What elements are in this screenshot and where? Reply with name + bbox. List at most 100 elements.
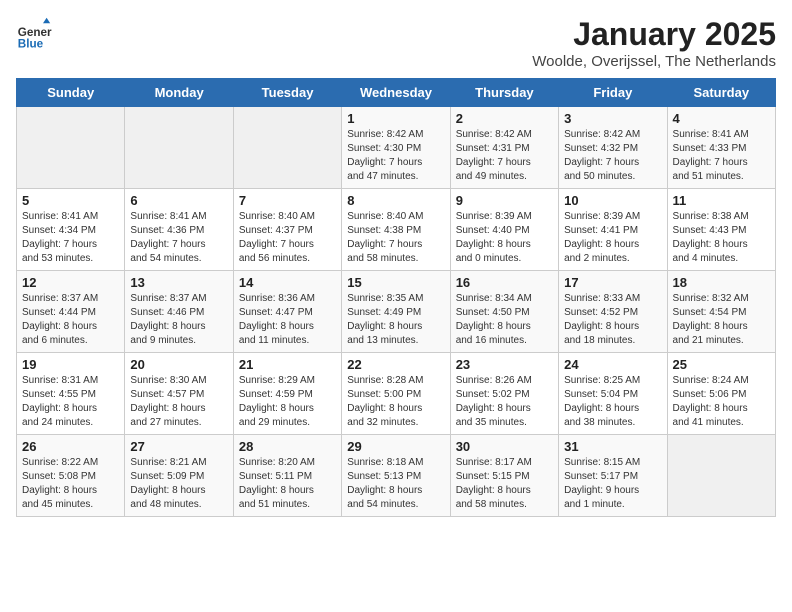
day-info: Sunrise: 8:36 AM Sunset: 4:47 PM Dayligh… <box>239 292 336 348</box>
day-info: Sunrise: 8:15 AM Sunset: 5:17 PM Dayligh… <box>564 456 661 512</box>
calendar-cell: 13Sunrise: 8:37 AM Sunset: 4:46 PM Dayli… <box>125 271 233 353</box>
calendar-cell: 30 Sunrise: 8:17 AM Sunset: 5:15 PM Dayli… <box>450 435 558 517</box>
day-number: 9 <box>456 193 553 208</box>
day-number: 31 <box>564 439 661 454</box>
day-info: Sunrise: 8:21 AM Sunset: 5:09 PM Dayligh… <box>130 456 227 512</box>
calendar-cell <box>233 107 341 189</box>
calendar-cell: 11 Sunrise: 8:38 AM Sunset: 4:43 PM Dayli… <box>667 189 775 271</box>
day-number: 17 <box>564 275 661 290</box>
weekday-header-sunday: Sunday <box>17 79 125 107</box>
day-number: 19 <box>22 357 119 372</box>
calendar-cell: 26Sunrise: 8:22 AM Sunset: 5:08 PM Dayli… <box>17 435 125 517</box>
calendar-cell: 6Sunrise: 8:41 AM Sunset: 4:36 PM Daylig… <box>125 189 233 271</box>
day-info: Sunrise: 8:42 AM Sunset: 4:30 PM Dayligh… <box>347 128 444 184</box>
calendar-cell: 8Sunrise: 8:40 AM Sunset: 4:38 PM Daylig… <box>342 189 450 271</box>
day-info: Sunrise: 8:26 AM Sunset: 5:02 PM Dayligh… <box>456 374 553 430</box>
day-number: 29 <box>347 439 444 454</box>
day-number: 10 <box>564 193 661 208</box>
day-number: 30 <box>456 439 553 454</box>
day-number: 4 <box>673 111 770 126</box>
day-info: Sunrise: 8:29 AM Sunset: 4:59 PM Dayligh… <box>239 374 336 430</box>
day-number: 14 <box>239 275 336 290</box>
day-info: Sunrise: 8:37 AM Sunset: 4:44 PM Dayligh… <box>22 292 119 348</box>
day-number: 28 <box>239 439 336 454</box>
day-number: 11 <box>673 193 770 208</box>
day-number: 8 <box>347 193 444 208</box>
calendar-cell: 2Sunrise: 8:42 AM Sunset: 4:31 PM Daylig… <box>450 107 558 189</box>
day-number: 7 <box>239 193 336 208</box>
day-info: Sunrise: 8:39 AM Sunset: 4:40 PM Dayligh… <box>456 210 553 266</box>
day-info: Sunrise: 8:30 AM Sunset: 4:57 PM Dayligh… <box>130 374 227 430</box>
calendar-cell: 3 Sunrise: 8:42 AM Sunset: 4:32 PM Daylig… <box>559 107 667 189</box>
calendar-week-row: 26Sunrise: 8:22 AM Sunset: 5:08 PM Dayli… <box>17 435 776 517</box>
weekday-header-wednesday: Wednesday <box>342 79 450 107</box>
calendar-cell: 19 Sunrise: 8:31 AM Sunset: 4:55 PM Dayli… <box>17 353 125 435</box>
page-header: General Blue January 2025 Woolde, Overij… <box>16 16 776 70</box>
calendar-cell: 4 Sunrise: 8:41 AM Sunset: 4:33 PM Daylig… <box>667 107 775 189</box>
calendar-cell <box>125 107 233 189</box>
calendar-cell: 20 Sunrise: 8:30 AM Sunset: 4:57 PM Dayli… <box>125 353 233 435</box>
calendar-cell: 28 Sunrise: 8:20 AM Sunset: 5:11 PM Dayli… <box>233 435 341 517</box>
day-number: 13 <box>130 275 227 290</box>
calendar-cell: 18 Sunrise: 8:32 AM Sunset: 4:54 PM Dayli… <box>667 271 775 353</box>
day-info: Sunrise: 8:39 AM Sunset: 4:41 PM Dayligh… <box>564 210 661 266</box>
day-info: Sunrise: 8:42 AM Sunset: 4:32 PM Dayligh… <box>564 128 661 184</box>
day-number: 2 <box>456 111 553 126</box>
day-info: Sunrise: 8:31 AM Sunset: 4:55 PM Dayligh… <box>22 374 119 430</box>
calendar-cell: 23Sunrise: 8:26 AM Sunset: 5:02 PM Dayli… <box>450 353 558 435</box>
weekday-header-monday: Monday <box>125 79 233 107</box>
calendar-cell: 14 Sunrise: 8:36 AM Sunset: 4:47 PM Dayli… <box>233 271 341 353</box>
day-number: 5 <box>22 193 119 208</box>
calendar-cell: 16Sunrise: 8:34 AM Sunset: 4:50 PM Dayli… <box>450 271 558 353</box>
calendar-cell: 21 Sunrise: 8:29 AM Sunset: 4:59 PM Dayli… <box>233 353 341 435</box>
calendar-cell: 12 Sunrise: 8:37 AM Sunset: 4:44 PM Dayli… <box>17 271 125 353</box>
day-number: 25 <box>673 357 770 372</box>
day-number: 15 <box>347 275 444 290</box>
calendar-week-row: 1 Sunrise: 8:42 AM Sunset: 4:30 PM Daylig… <box>17 107 776 189</box>
day-info: Sunrise: 8:24 AM Sunset: 5:06 PM Dayligh… <box>673 374 770 430</box>
day-info: Sunrise: 8:32 AM Sunset: 4:54 PM Dayligh… <box>673 292 770 348</box>
month-title: January 2025 <box>532 16 776 53</box>
day-info: Sunrise: 8:41 AM Sunset: 4:34 PM Dayligh… <box>22 210 119 266</box>
day-info: Sunrise: 8:18 AM Sunset: 5:13 PM Dayligh… <box>347 456 444 512</box>
day-info: Sunrise: 8:41 AM Sunset: 4:33 PM Dayligh… <box>673 128 770 184</box>
calendar-cell: 5 Sunrise: 8:41 AM Sunset: 4:34 PM Daylig… <box>17 189 125 271</box>
day-info: Sunrise: 8:17 AM Sunset: 5:15 PM Dayligh… <box>456 456 553 512</box>
day-number: 3 <box>564 111 661 126</box>
day-info: Sunrise: 8:35 AM Sunset: 4:49 PM Dayligh… <box>347 292 444 348</box>
day-info: Sunrise: 8:34 AM Sunset: 4:50 PM Dayligh… <box>456 292 553 348</box>
day-number: 22 <box>347 357 444 372</box>
location-subtitle: Woolde, Overijssel, The Netherlands <box>532 53 776 70</box>
calendar-cell: 22 Sunrise: 8:28 AM Sunset: 5:00 PM Dayli… <box>342 353 450 435</box>
day-number: 12 <box>22 275 119 290</box>
logo-icon: General Blue <box>16 16 52 52</box>
day-info: Sunrise: 8:40 AM Sunset: 4:37 PM Dayligh… <box>239 210 336 266</box>
day-number: 26 <box>22 439 119 454</box>
day-info: Sunrise: 8:28 AM Sunset: 5:00 PM Dayligh… <box>347 374 444 430</box>
svg-text:Blue: Blue <box>18 38 44 51</box>
calendar-week-row: 19 Sunrise: 8:31 AM Sunset: 4:55 PM Dayli… <box>17 353 776 435</box>
title-block: January 2025 Woolde, Overijssel, The Net… <box>532 16 776 70</box>
calendar-cell: 7 Sunrise: 8:40 AM Sunset: 4:37 PM Daylig… <box>233 189 341 271</box>
day-info: Sunrise: 8:25 AM Sunset: 5:04 PM Dayligh… <box>564 374 661 430</box>
day-number: 21 <box>239 357 336 372</box>
calendar-cell: 9 Sunrise: 8:39 AM Sunset: 4:40 PM Daylig… <box>450 189 558 271</box>
calendar-cell: 24Sunrise: 8:25 AM Sunset: 5:04 PM Dayli… <box>559 353 667 435</box>
calendar-cell: 25 Sunrise: 8:24 AM Sunset: 5:06 PM Dayli… <box>667 353 775 435</box>
calendar-cell: 17Sunrise: 8:33 AM Sunset: 4:52 PM Dayli… <box>559 271 667 353</box>
calendar-cell <box>17 107 125 189</box>
day-number: 18 <box>673 275 770 290</box>
day-number: 20 <box>130 357 227 372</box>
day-info: Sunrise: 8:20 AM Sunset: 5:11 PM Dayligh… <box>239 456 336 512</box>
calendar-week-row: 12 Sunrise: 8:37 AM Sunset: 4:44 PM Dayli… <box>17 271 776 353</box>
weekday-header-friday: Friday <box>559 79 667 107</box>
day-number: 6 <box>130 193 227 208</box>
weekday-header-tuesday: Tuesday <box>233 79 341 107</box>
day-info: Sunrise: 8:38 AM Sunset: 4:43 PM Dayligh… <box>673 210 770 266</box>
calendar-cell <box>667 435 775 517</box>
weekday-header-row: SundayMondayTuesdayWednesdayThursdayFrid… <box>17 79 776 107</box>
calendar-cell: 27 Sunrise: 8:21 AM Sunset: 5:09 PM Dayli… <box>125 435 233 517</box>
day-number: 1 <box>347 111 444 126</box>
weekday-header-thursday: Thursday <box>450 79 558 107</box>
day-number: 27 <box>130 439 227 454</box>
